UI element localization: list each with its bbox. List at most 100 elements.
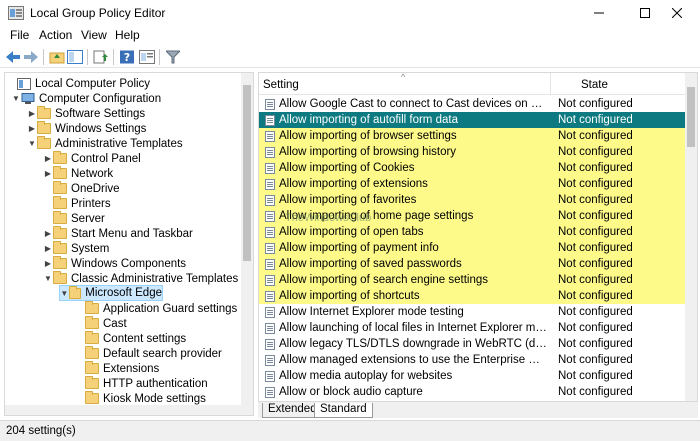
chevron-down-icon[interactable]: ▼ [43, 274, 53, 283]
tree-item-cast[interactable]: Cast [85, 316, 127, 331]
tree-item-network[interactable]: ▶ Network [43, 166, 113, 181]
column-header-setting[interactable]: Setting [263, 79, 299, 91]
tree-item-label: Content settings [103, 332, 187, 345]
tree-item-application-guard-settings[interactable]: Application Guard settings [85, 301, 237, 316]
column-divider[interactable] [550, 73, 551, 95]
toolbar-separator [113, 49, 114, 65]
table-row[interactable]: Allow or block audio capture Not configu… [259, 384, 687, 400]
chevron-down-icon[interactable]: ▼ [27, 139, 37, 148]
table-row[interactable]: Allow importing of shortcuts Not configu… [259, 288, 687, 304]
tree-item-windows-settings[interactable]: ▶ Windows Settings [27, 121, 146, 136]
policy-setting-icon [265, 258, 275, 270]
table-row[interactable]: Allow managed extensions to use the Ente… [259, 352, 687, 368]
setting-name: Allow importing of autofill form data [279, 114, 458, 126]
policy-tree[interactable]: Local Computer Policy ▼ Computer Configu… [4, 72, 254, 416]
tab-standard[interactable]: Standard [314, 403, 373, 418]
folder-icon [85, 391, 99, 404]
setting-state: Not configured [558, 130, 633, 142]
column-header-state[interactable]: State [581, 79, 608, 91]
table-row[interactable]: Allow Google Cast to connect to Cast dev… [259, 96, 687, 112]
tree-item-content-settings[interactable]: Content settings [85, 331, 186, 346]
scrollbar-thumb[interactable] [687, 87, 695, 147]
menu-help[interactable]: Help [112, 28, 143, 42]
chevron-down-icon[interactable]: ▼ [11, 94, 21, 103]
chevron-right-icon[interactable]: ▶ [43, 154, 53, 163]
tree-item-onedrive[interactable]: OneDrive [43, 181, 120, 196]
tree-item-server[interactable]: Server [43, 211, 105, 226]
setting-name: Allow or block audio capture [279, 386, 423, 398]
tree-vertical-scrollbar[interactable] [241, 73, 253, 415]
table-row[interactable]: Allow importing of search engine setting… [259, 272, 687, 288]
chevron-right-icon[interactable]: ▶ [43, 169, 53, 178]
menu-file[interactable]: File [7, 28, 32, 42]
folder-icon [53, 211, 67, 224]
tree-item-http-authentication[interactable]: HTTP authentication [85, 376, 208, 391]
setting-name: Allow importing of extensions [279, 178, 428, 190]
table-row[interactable]: Allow legacy TLS/DTLS downgrade in WebRT… [259, 336, 687, 352]
tree-item-control-panel[interactable]: ▶ Control Panel [43, 151, 141, 166]
table-row[interactable]: Allow importing of Cookies Not configure… [259, 160, 687, 176]
tree-item-computer-configuration[interactable]: ▼ Computer Configuration [11, 91, 161, 106]
menu-view[interactable]: View [78, 28, 110, 42]
setting-state: Not configured [558, 178, 633, 190]
table-row[interactable]: Allow media autoplay for websites Not co… [259, 368, 687, 384]
setting-state: Not configured [558, 258, 633, 270]
tree-item-kiosk-mode-settings[interactable]: Kiosk Mode settings [85, 391, 206, 406]
table-row[interactable]: Allow importing of extensions Not config… [259, 176, 687, 192]
forward-arrow-icon[interactable] [22, 48, 40, 66]
show-hide-tree-icon[interactable] [66, 48, 84, 66]
tree-item-printers[interactable]: Printers [43, 196, 111, 211]
table-row[interactable]: Allow importing of browser settings Not … [259, 128, 687, 144]
close-button[interactable] [654, 0, 700, 26]
tree-item-administrative-templates[interactable]: ▼ Administrative Templates [27, 136, 183, 151]
chevron-right-icon[interactable]: ▶ [43, 229, 53, 238]
tree-item-system[interactable]: ▶ System [43, 241, 109, 256]
back-arrow-icon[interactable] [4, 48, 22, 66]
policy-setting-icon [265, 306, 275, 318]
table-row[interactable]: Allow importing of saved passwords Not c… [259, 256, 687, 272]
menu-action[interactable]: Action [36, 28, 75, 42]
minimize-button[interactable] [576, 0, 622, 26]
group-policy-app-icon [8, 6, 24, 20]
setting-name: Allow managed extensions to use the Ente… [279, 354, 547, 366]
table-row[interactable]: Allow importing of browsing history Not … [259, 144, 687, 160]
tree-item-label: Kiosk Mode settings [103, 392, 206, 405]
tree-item-local-computer-policy[interactable]: Local Computer Policy [7, 76, 150, 91]
table-row-selected[interactable]: Allow importing of autofill form data No… [259, 112, 687, 128]
help-icon[interactable]: ? [118, 48, 136, 66]
tree-item-software-settings[interactable]: ▶ Software Settings [27, 106, 145, 121]
status-bar: 204 setting(s) [0, 420, 700, 441]
tree-item-start-menu-and-taskbar[interactable]: ▶ Start Menu and Taskbar [43, 226, 193, 241]
folder-icon [85, 361, 99, 374]
setting-name: Allow media autoplay for websites [279, 370, 453, 382]
setting-state: Not configured [558, 370, 633, 382]
chevron-down-icon[interactable]: ▼ [60, 289, 69, 298]
tree-item-extensions[interactable]: Extensions [85, 361, 159, 376]
table-row[interactable]: Allow importing of favorites Not configu… [259, 192, 687, 208]
settings-list[interactable]: Setting ^ State Allow Google Cast to con… [258, 72, 698, 402]
tree-item-classic-administrative-templates[interactable]: ▼ Classic Administrative Templates (ADM [43, 271, 253, 286]
table-row[interactable]: Allow launching of local files in Intern… [259, 320, 687, 336]
computer-icon [21, 92, 35, 104]
filter-icon[interactable] [164, 48, 182, 66]
tree-item-default-search-provider[interactable]: Default search provider [85, 346, 222, 361]
chevron-right-icon[interactable]: ▶ [43, 259, 53, 268]
chevron-right-icon[interactable]: ▶ [27, 124, 37, 133]
up-folder-icon[interactable] [48, 48, 66, 66]
chevron-right-icon[interactable]: ▶ [43, 244, 53, 253]
tree-item-microsoft-edge[interactable]: ▼ Microsoft Edge [59, 285, 163, 301]
properties-icon[interactable] [138, 48, 156, 66]
table-row[interactable]: Allow importing of payment info Not conf… [259, 240, 687, 256]
list-vertical-scrollbar[interactable] [685, 73, 697, 401]
policy-setting-icon [265, 242, 275, 254]
tree-horizontal-scrollbar[interactable] [5, 405, 243, 415]
scrollbar-thumb[interactable] [243, 85, 251, 261]
table-row[interactable]: Allow importing of open tabs Not configu… [259, 224, 687, 240]
tree-item-label: Network [71, 167, 114, 180]
tree-item-label: Start Menu and Taskbar [71, 227, 193, 240]
table-row[interactable]: Allow Internet Explorer mode testing Not… [259, 304, 687, 320]
tree-item-windows-components[interactable]: ▶ Windows Components [43, 256, 186, 271]
export-list-icon[interactable] [92, 48, 110, 66]
policy-setting-icon [265, 130, 275, 142]
chevron-right-icon[interactable]: ▶ [27, 109, 37, 118]
